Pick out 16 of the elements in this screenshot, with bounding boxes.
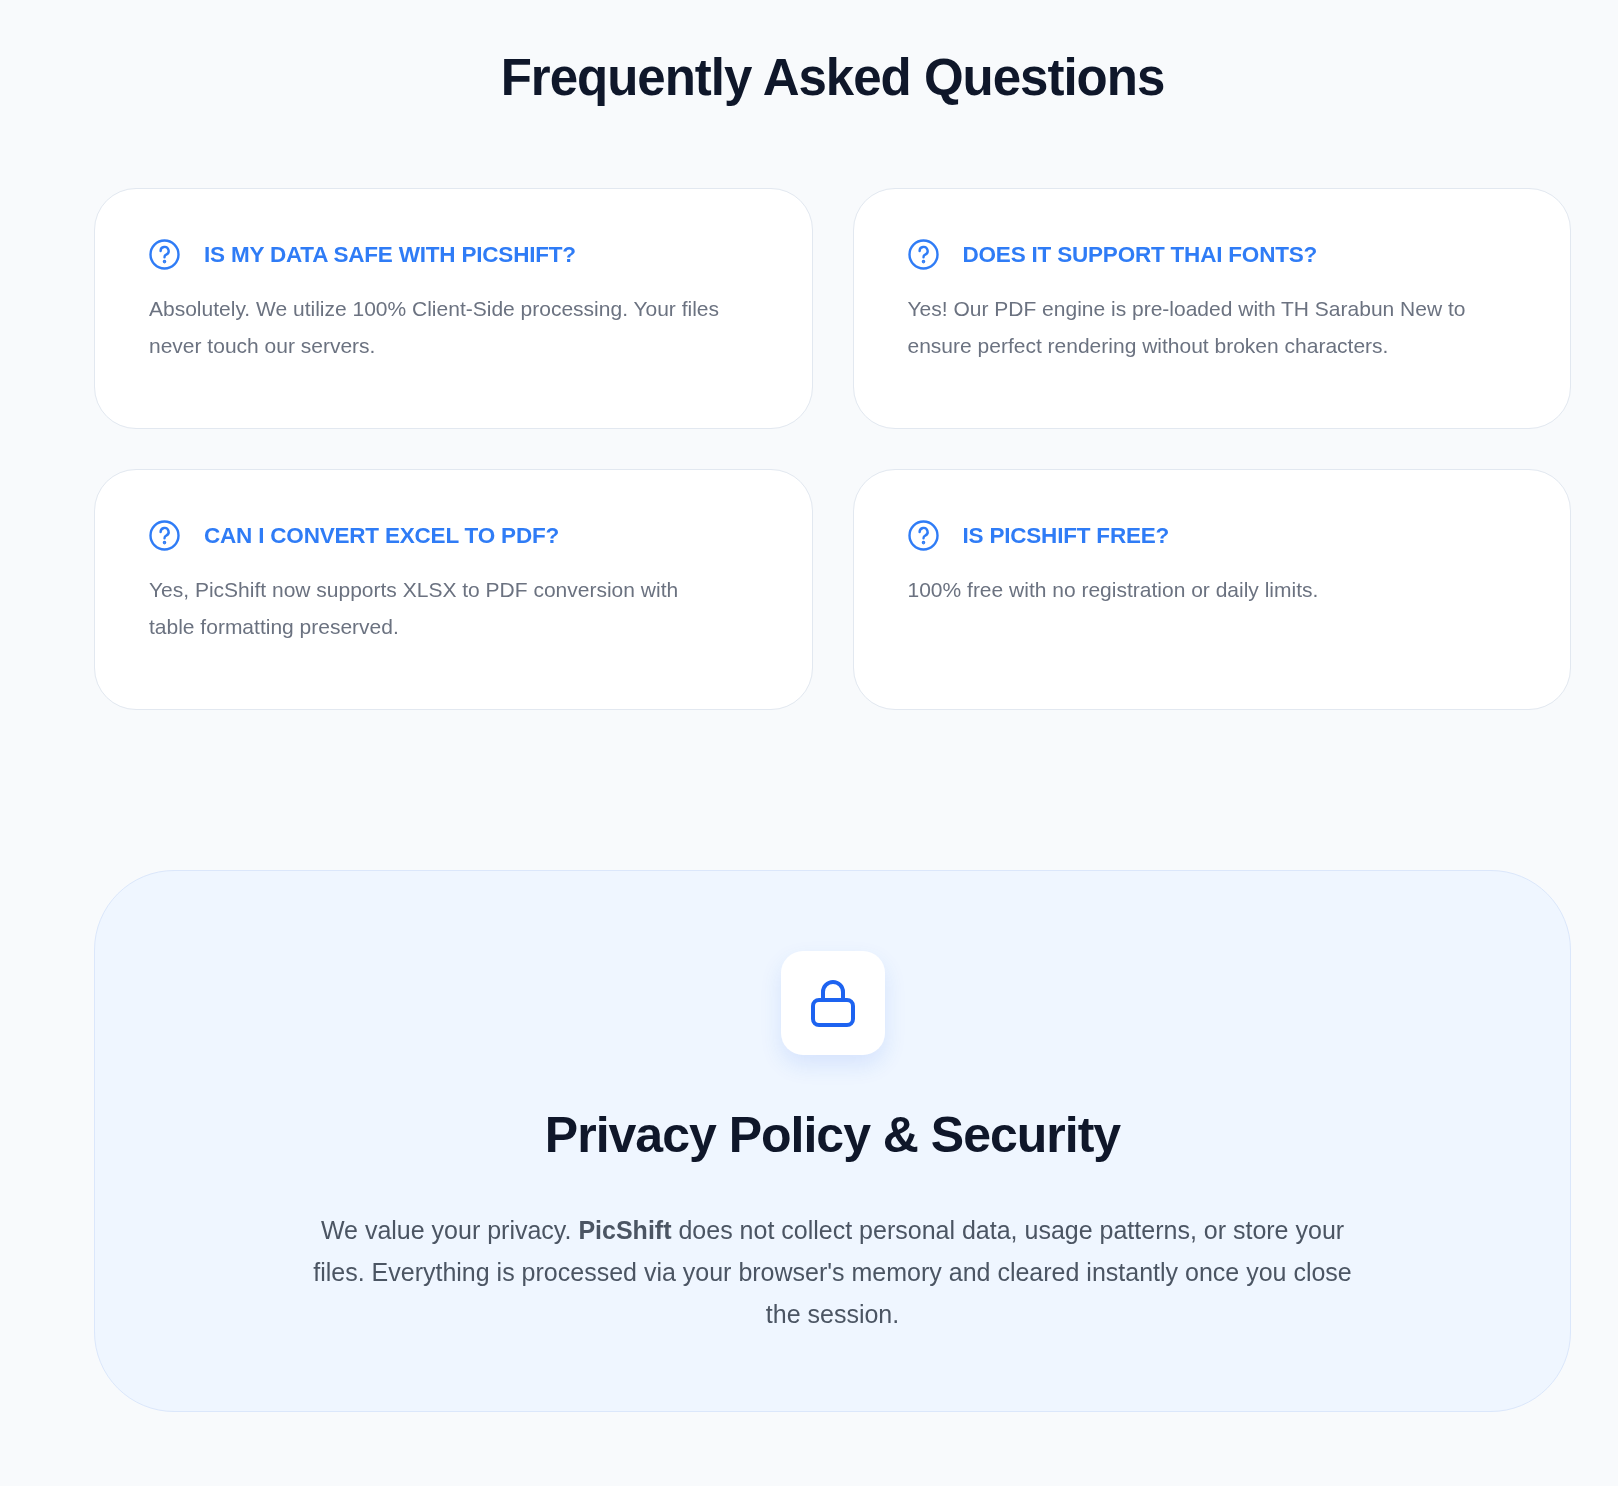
- question-icon: [907, 520, 939, 551]
- faq-heading: Frequently Asked Questions: [499, 48, 1166, 108]
- faq-answer: Yes! Our PDF engine is pre-loaded with TH Sarabun New to ensure perfect rendering without broken characters.: [907, 296, 1467, 359]
- faq-answer: Yes, PicShift now supports XLSX to PDF conversion with table formatting preserved.: [149, 577, 680, 640]
- faq-question: CAN I CONVERT EXCEL TO PDF?: [204, 521, 560, 550]
- question-icon: [149, 520, 180, 551]
- faq-answer: 100% free with no registration or daily limits.: [907, 577, 1320, 603]
- lock-icon: [780, 951, 885, 1055]
- privacy-paragraph: We value your privacy. PicShift does not collect personal data, usage patterns, or store your files. Everything is processed via your browser's memory and cleared instantly once you close the session.: [312, 1215, 1353, 1330]
- privacy-heading: Privacy Policy & Security: [543, 1106, 1122, 1165]
- question-icon: [149, 239, 180, 270]
- faq-question: IS PICSHIFT FREE?: [962, 521, 1170, 550]
- faq-question: IS MY DATA SAFE WITH PICSHIFT?: [204, 240, 576, 269]
- faq-answer: Absolutely. We utilize 100% Client-Side processing. Your files never touch our servers.: [149, 296, 721, 359]
- question-icon: [907, 239, 939, 270]
- faq-question: DOES IT SUPPORT THAI FONTS?: [962, 240, 1318, 269]
